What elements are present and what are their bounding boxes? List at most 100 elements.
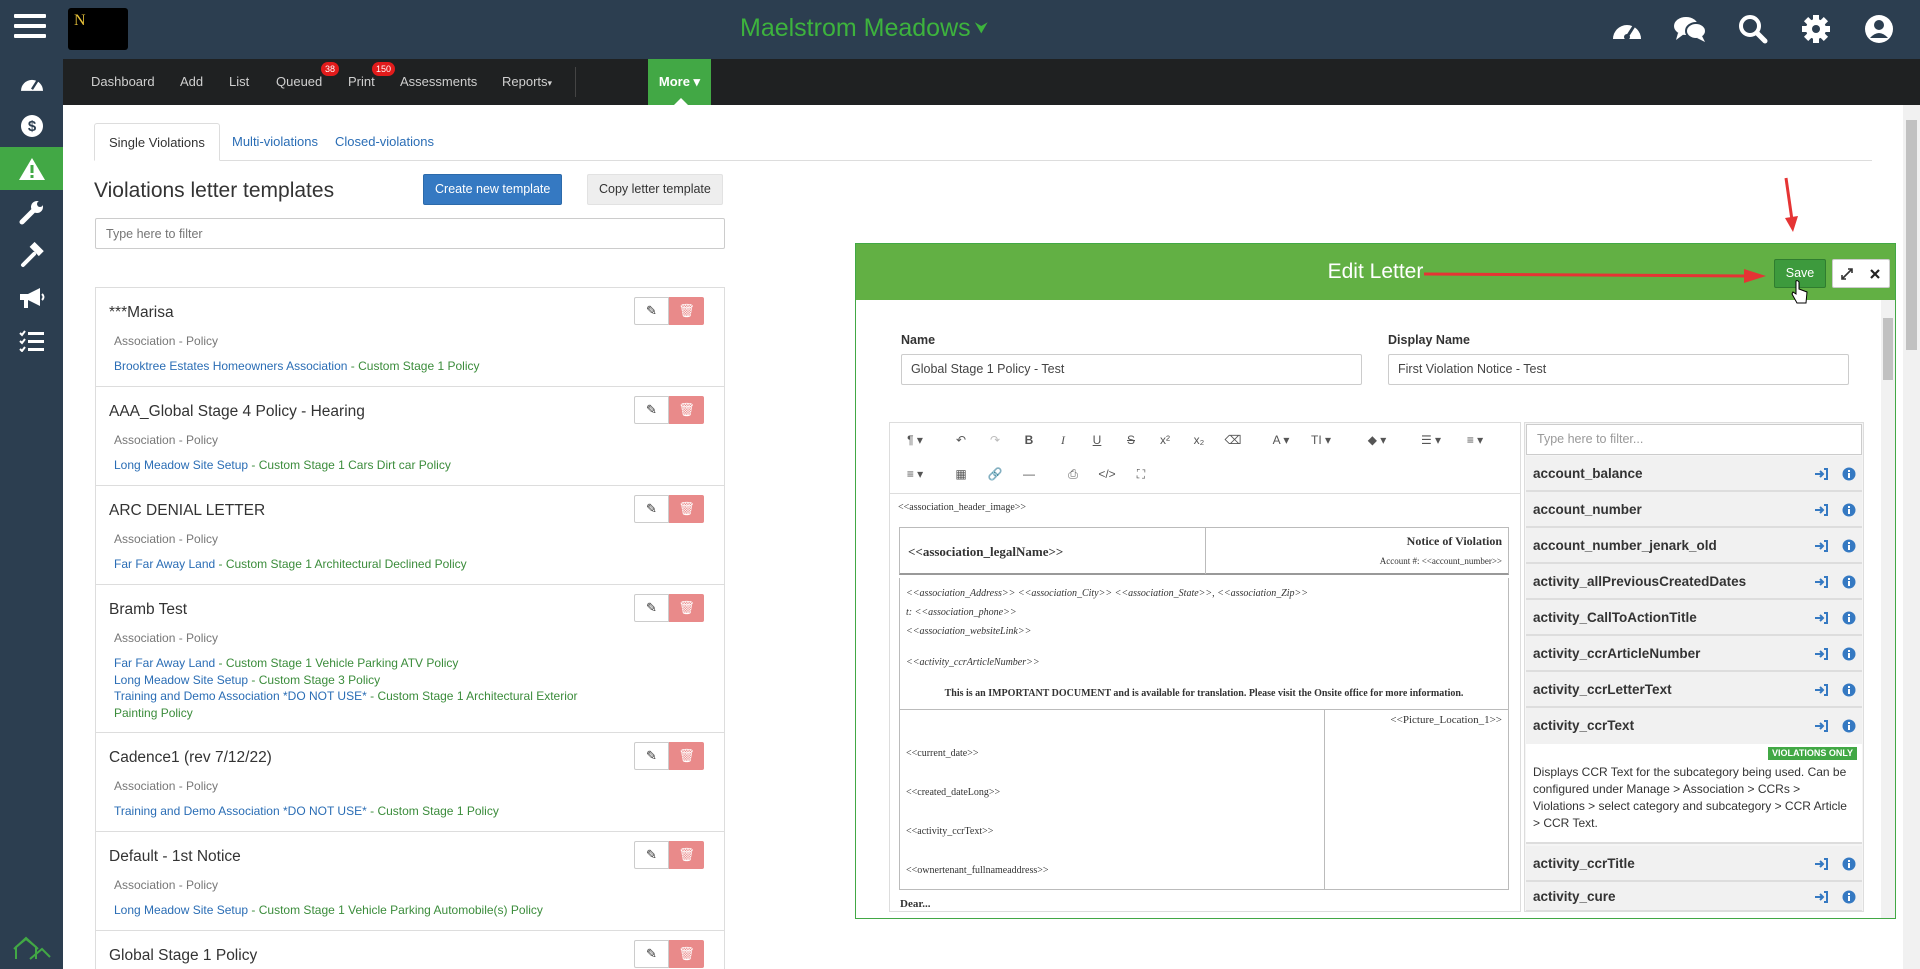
modal-scrollbar-thumb[interactable] [1883, 318, 1893, 380]
merge-field-item[interactable]: account_number [1526, 492, 1862, 528]
nav-assessments[interactable]: Assessments [400, 59, 477, 105]
gauge-icon[interactable] [0, 61, 63, 104]
info-icon[interactable] [1842, 683, 1856, 697]
list-item[interactable]: Bramb Test Association - Policy Far Far … [95, 585, 725, 733]
table-icon[interactable]: ▦ [950, 463, 972, 485]
name-input[interactable]: Global Stage 1 Policy - Test [901, 354, 1362, 385]
expand-icon[interactable] [1833, 260, 1861, 287]
gear-icon[interactable] [1784, 10, 1847, 48]
edit-button[interactable]: ✎ [634, 594, 669, 622]
redo-icon[interactable]: ↷ [984, 429, 1006, 451]
hamburger-menu-icon[interactable] [14, 14, 46, 42]
display-name-input[interactable]: First Violation Notice - Test [1388, 354, 1849, 385]
align-icon[interactable]: ≡ ▾ [898, 463, 932, 485]
tab-single-violations[interactable]: Single Violations [94, 123, 220, 161]
merge-field-item[interactable]: activity_cure [1526, 882, 1862, 912]
strikethrough-icon[interactable]: S [1120, 429, 1142, 451]
close-icon[interactable] [1861, 260, 1889, 287]
subscript-icon[interactable]: x₂ [1188, 429, 1210, 451]
merge-field-item[interactable]: activity_CallToActionTitle [1526, 600, 1862, 636]
info-icon[interactable] [1842, 611, 1856, 625]
code-view-icon[interactable]: </> [1096, 463, 1118, 485]
merge-field-item[interactable]: activity_allPreviousCreatedDates [1526, 564, 1862, 600]
letter-document[interactable]: <<association_header_image>> <<associati… [890, 493, 1520, 913]
info-icon[interactable] [1842, 539, 1856, 553]
insert-icon[interactable] [1814, 503, 1828, 517]
user-icon[interactable] [1847, 10, 1910, 48]
highlight-icon[interactable]: ◆ ▾ [1360, 429, 1394, 451]
list-item[interactable]: ***Marisa Association - Policy Brooktree… [95, 288, 725, 387]
insert-icon[interactable] [1814, 611, 1828, 625]
info-icon[interactable] [1842, 647, 1856, 661]
numbered-list-icon[interactable]: ≡ ▾ [1458, 429, 1492, 451]
info-icon[interactable] [1842, 503, 1856, 517]
insert-icon[interactable] [1814, 683, 1828, 697]
delete-button[interactable]: 🗑 [669, 841, 704, 869]
delete-button[interactable]: 🗑 [669, 396, 704, 424]
edit-button[interactable]: ✎ [634, 297, 669, 325]
insert-icon[interactable] [1814, 575, 1828, 589]
association-link[interactable]: Training and Demo Association *DO NOT US… [114, 689, 367, 703]
nav-queued[interactable]: Queued [276, 59, 322, 105]
insert-icon[interactable] [1814, 857, 1828, 871]
home-icon[interactable] [0, 926, 63, 969]
association-link[interactable]: Far Far Away Land [114, 656, 215, 670]
delete-button[interactable]: 🗑 [669, 940, 704, 968]
bullet-list-icon[interactable]: ☰ ▾ [1414, 429, 1448, 451]
logo[interactable]: N [68, 8, 128, 50]
warning-icon[interactable] [0, 147, 63, 190]
merge-field-item[interactable]: account_number_jenark_old [1526, 528, 1862, 564]
nav-list[interactable]: List [229, 59, 249, 105]
tab-multi-violations[interactable]: Multi-violations [218, 123, 332, 161]
merge-field-item[interactable]: account_balance [1526, 456, 1862, 492]
page-scrollbar[interactable] [1903, 105, 1920, 969]
template-filter-input[interactable] [95, 218, 725, 249]
hammer-icon[interactable] [0, 233, 63, 276]
insert-icon[interactable] [1814, 539, 1828, 553]
info-icon[interactable] [1842, 719, 1856, 733]
insert-icon[interactable] [1814, 890, 1828, 904]
eraser-icon[interactable]: ⌫ [1222, 429, 1244, 451]
edit-button[interactable]: ✎ [634, 742, 669, 770]
merge-field-item[interactable]: activity_ccrArticleNumber [1526, 636, 1862, 672]
association-link[interactable]: Long Meadow Site Setup [114, 673, 248, 687]
superscript-icon[interactable]: x² [1154, 429, 1176, 451]
info-icon[interactable] [1842, 890, 1856, 904]
paragraph-format-icon[interactable]: ¶ ▾ [898, 429, 932, 451]
font-color-icon[interactable]: A ▾ [1266, 429, 1296, 451]
tab-closed-violations[interactable]: Closed-violations [321, 123, 448, 161]
info-icon[interactable] [1842, 857, 1856, 871]
nav-dashboard[interactable]: Dashboard [91, 59, 155, 105]
association-selector[interactable]: Maelstrom Meadows ⮟ [740, 14, 988, 43]
italic-icon[interactable]: I [1052, 429, 1074, 451]
font-size-icon[interactable]: TI ▾ [1304, 429, 1338, 451]
create-template-button[interactable]: Create new template [423, 174, 563, 205]
association-link[interactable]: Brooktree Estates Homeowners Association [114, 359, 347, 373]
association-link[interactable]: Long Meadow Site Setup [114, 903, 248, 917]
checklist-icon[interactable] [0, 319, 63, 362]
merge-field-item[interactable]: activity_ccrTitle [1526, 846, 1862, 882]
edit-button[interactable]: ✎ [634, 396, 669, 424]
list-item[interactable]: AAA_Global Stage 4 Policy - Hearing Asso… [95, 387, 725, 486]
copy-template-button[interactable]: Copy letter template [587, 174, 723, 205]
dollar-icon[interactable]: $ [0, 104, 63, 147]
insert-icon[interactable] [1814, 719, 1828, 733]
association-link[interactable]: Training and Demo Association *DO NOT US… [114, 804, 367, 818]
chat-icon[interactable] [1658, 10, 1721, 48]
edit-button[interactable]: ✎ [634, 841, 669, 869]
print-icon[interactable]: ⎙ [1062, 463, 1084, 485]
list-item[interactable]: Global Stage 1 Policy ✎ 🗑 [95, 931, 725, 969]
nav-print[interactable]: Print [348, 59, 375, 105]
page-scrollbar-thumb[interactable] [1906, 120, 1917, 350]
association-link[interactable]: Far Far Away Land [114, 557, 215, 571]
delete-button[interactable]: 🗑 [669, 495, 704, 523]
edit-button[interactable]: ✎ [634, 495, 669, 523]
merge-field-filter[interactable]: Type here to filter... [1526, 424, 1862, 455]
insert-icon[interactable] [1814, 467, 1828, 481]
nav-more[interactable]: More ▾ [648, 59, 711, 105]
undo-icon[interactable]: ↶ [950, 429, 972, 451]
dashboard-gauge-icon[interactable] [1595, 10, 1658, 48]
horizontal-rule-icon[interactable]: — [1018, 463, 1040, 485]
delete-button[interactable]: 🗑 [669, 297, 704, 325]
fullscreen-icon[interactable]: ⛶ [1130, 463, 1152, 485]
